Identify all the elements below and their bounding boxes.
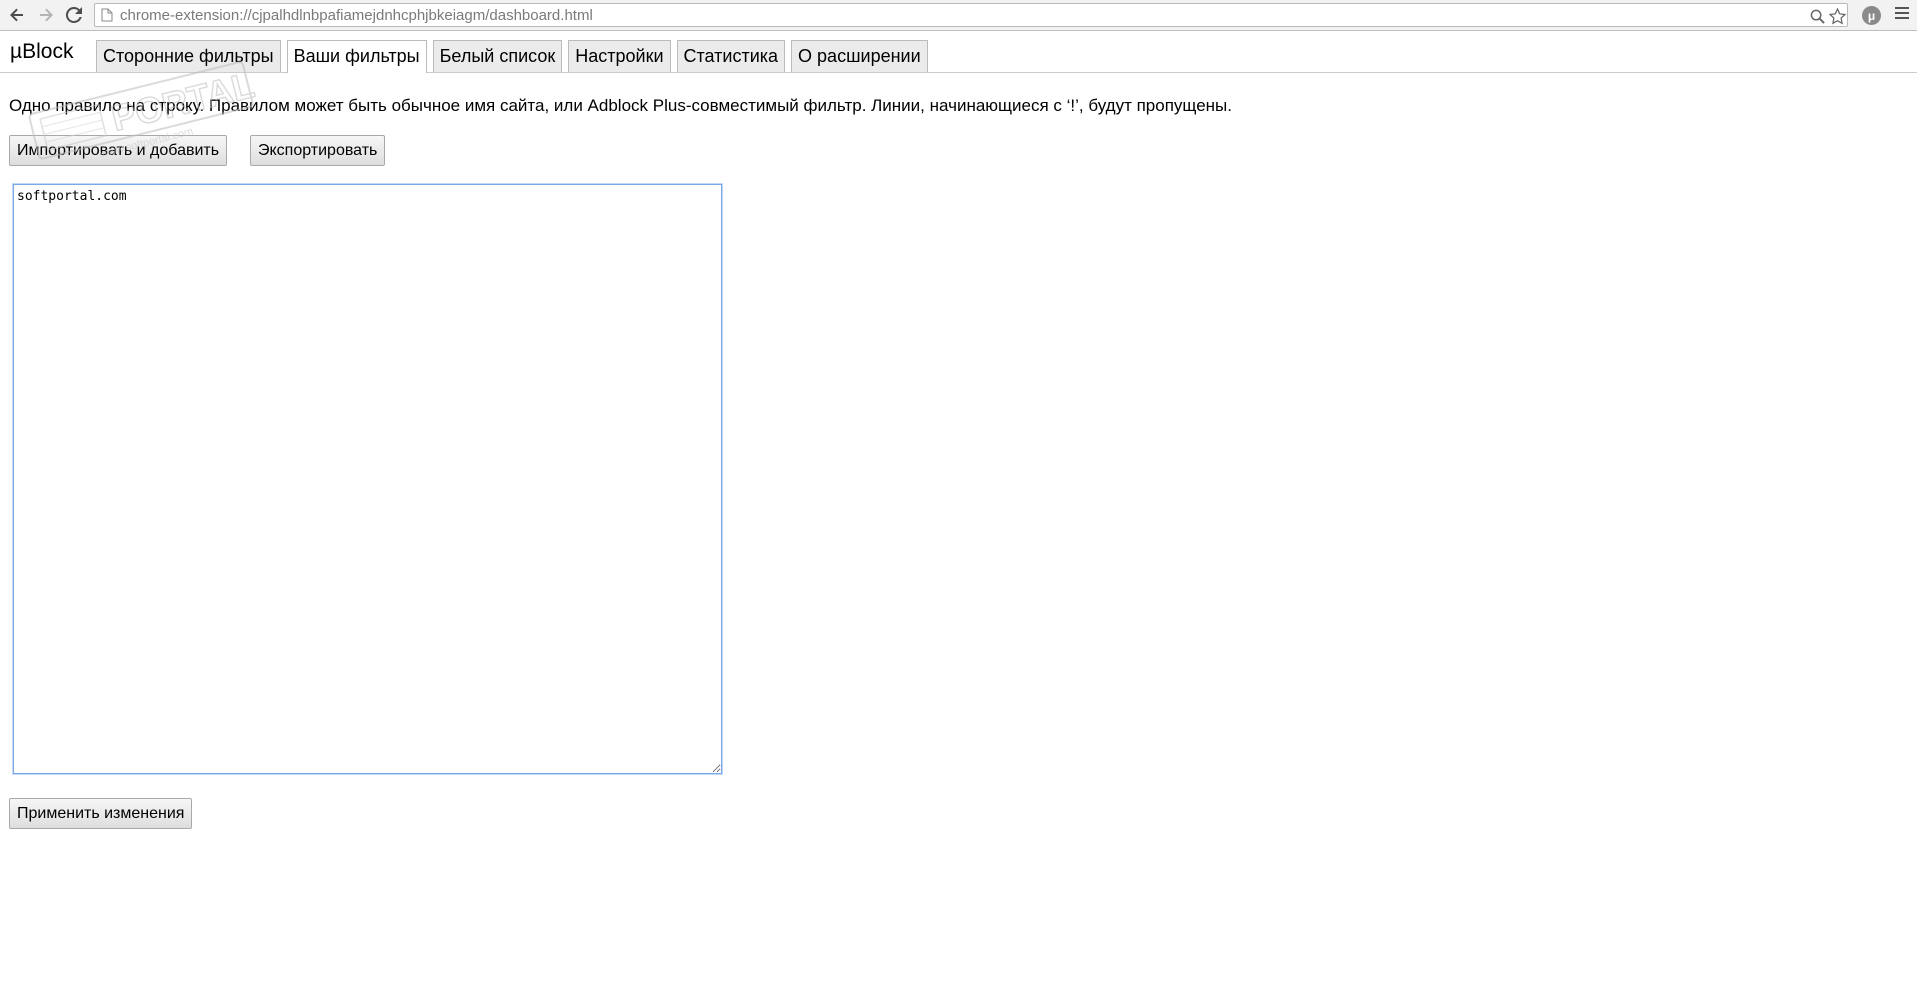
user-filters-textarea[interactable]: softportal.com [13, 184, 722, 774]
tab-settings[interactable]: Настройки [568, 40, 671, 72]
apply-changes-button[interactable]: Применить изменения [9, 798, 193, 829]
bookmark-star-icon[interactable] [1828, 7, 1846, 25]
app-brand: µBlock [10, 40, 74, 63]
reload-icon [66, 7, 82, 23]
export-button[interactable]: Экспортировать [250, 135, 386, 166]
tab-statistics[interactable]: Статистика [676, 40, 786, 72]
tab-third-party-filters[interactable]: Сторонние фильтры [96, 40, 281, 72]
tab-list: Сторонние фильтры Ваши фильтры Белый спи… [96, 40, 928, 73]
ublock-extension-icon[interactable]: μ [1862, 6, 1881, 25]
import-append-button[interactable]: Импортировать и добавить [9, 135, 228, 166]
forward-arrow-icon [40, 8, 53, 22]
zoom-icon[interactable] [1808, 7, 1826, 25]
forward-button[interactable] [35, 4, 57, 26]
tab-whitelist[interactable]: Белый список [432, 40, 563, 72]
browser-menu-icon[interactable] [1895, 7, 1909, 23]
url-text: chrome-extension://cjpalhdlnbpafiamejdnh… [120, 7, 593, 24]
tab-my-filters[interactable]: Ваши фильтры [286, 40, 427, 73]
filters-description: Одно правило на строку. Правилом может б… [9, 96, 1232, 115]
back-arrow-icon [10, 8, 23, 22]
back-button[interactable] [6, 4, 28, 26]
dashboard-tabbar: µBlock Сторонние фильтры Ваши фильтры Бе… [0, 31, 1917, 73]
reload-button[interactable] [63, 4, 85, 26]
address-bar[interactable]: chrome-extension://cjpalhdlnbpafiamejdnh… [94, 3, 1848, 27]
tab-about[interactable]: О расширении [791, 40, 928, 72]
browser-toolbar: chrome-extension://cjpalhdlnbpafiamejdnh… [0, 0, 1917, 31]
page-icon [101, 8, 113, 22]
